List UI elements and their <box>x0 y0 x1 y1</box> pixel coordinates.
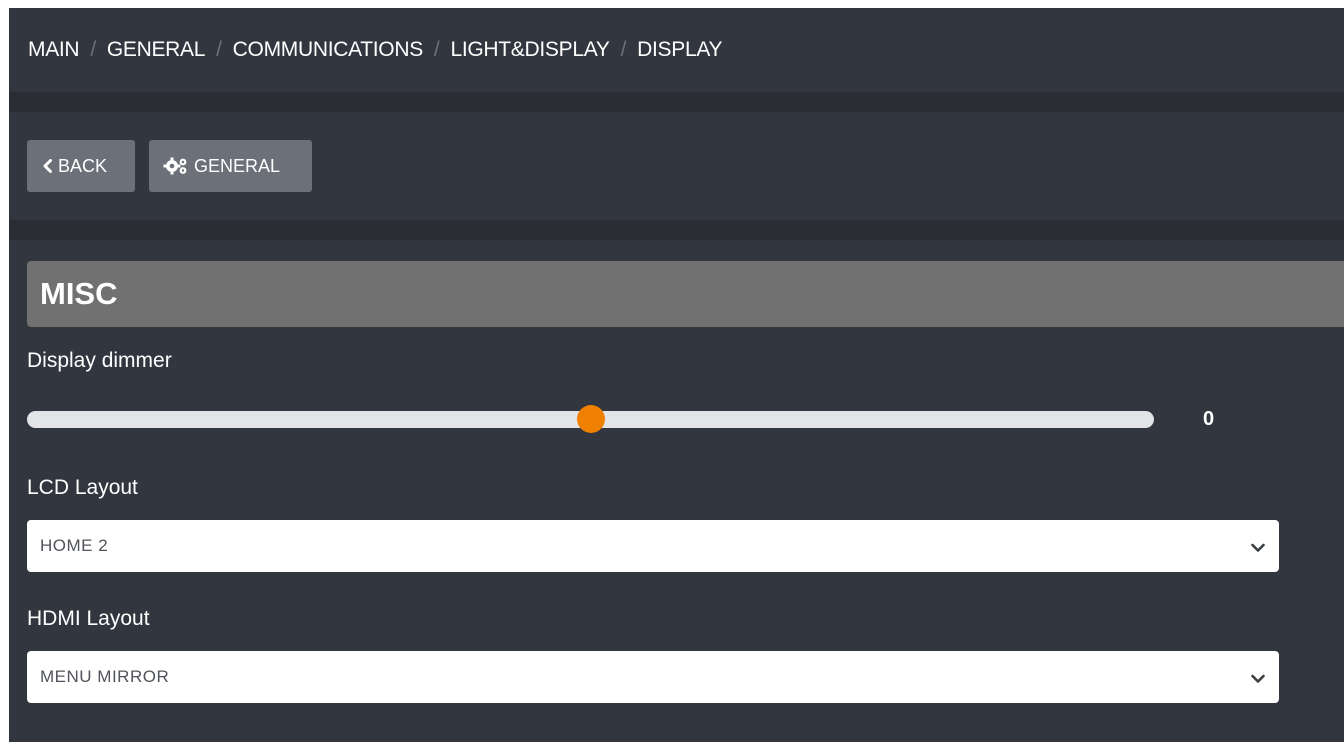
breadcrumb-separator: / <box>90 38 96 61</box>
breadcrumb-separator: / <box>433 38 440 61</box>
lcd-layout-label: LCD Layout <box>27 476 138 499</box>
general-button-label: GENERAL <box>194 155 281 176</box>
toolbar: BACK GENERAL <box>9 112 1344 220</box>
breadcrumb-main[interactable]: MAIN <box>28 38 80 62</box>
display-dimmer-value: 0 <box>1203 408 1215 430</box>
lcd-layout-select[interactable]: HOME 2 <box>27 520 1279 572</box>
lcd-layout-selected-value: HOME 2 <box>40 536 109 555</box>
display-dimmer-label: Display dimmer <box>27 349 172 372</box>
breadcrumb: MAIN / GENERAL / COMMUNICATIONS / LIGHT&… <box>9 8 1344 92</box>
settings-panel: MISC Display dimmer 0 LCD Layout HOME 2 … <box>9 240 1344 742</box>
section-header-misc: MISC <box>27 261 1344 327</box>
display-dimmer-slider[interactable] <box>27 405 1154 433</box>
general-button[interactable]: GENERAL <box>149 140 312 192</box>
chevron-down-icon <box>1251 538 1265 558</box>
gears-icon <box>163 157 189 175</box>
breadcrumb-separator: / <box>216 38 222 61</box>
hdmi-layout-label: HDMI Layout <box>27 607 150 630</box>
breadcrumb-display: DISPLAY <box>637 38 723 61</box>
breadcrumb-separator: / <box>620 38 627 61</box>
back-button-label: BACK <box>58 155 108 176</box>
hdmi-layout-selected-value: MENU MIRROR <box>40 667 170 686</box>
chevron-down-icon <box>1251 669 1265 689</box>
back-button[interactable]: BACK <box>27 140 135 192</box>
chevron-left-icon <box>42 159 53 173</box>
breadcrumb-light-display[interactable]: LIGHT&DISPLAY <box>450 38 609 62</box>
app-frame: MAIN / GENERAL / COMMUNICATIONS / LIGHT&… <box>9 8 1344 742</box>
breadcrumb-general[interactable]: GENERAL <box>107 38 206 62</box>
hdmi-layout-select[interactable]: MENU MIRROR <box>27 651 1279 703</box>
display-dimmer-slider-thumb[interactable] <box>576 405 605 433</box>
breadcrumb-communications[interactable]: COMMUNICATIONS <box>233 38 424 62</box>
